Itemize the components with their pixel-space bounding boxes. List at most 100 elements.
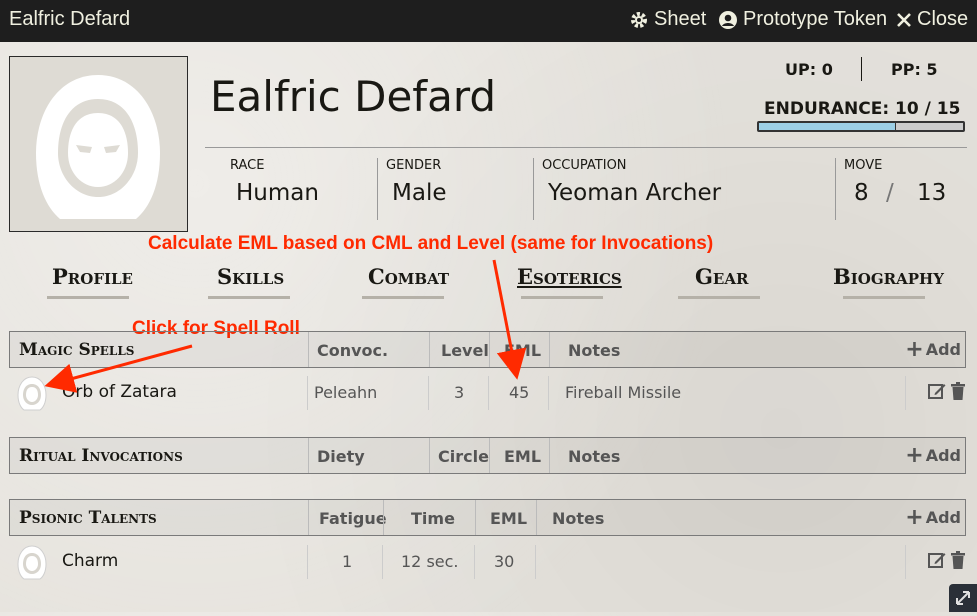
tab-profile[interactable]: Profile	[52, 264, 133, 289]
resize-handle[interactable]	[949, 584, 977, 612]
detail-divider	[835, 158, 836, 220]
user-circle-icon	[719, 10, 737, 29]
gender-value[interactable]: Male	[392, 180, 446, 206]
resize-icon	[956, 591, 970, 605]
eml-annotation: Calculate EML based on CML and Level (sa…	[148, 233, 714, 254]
move-field: MOVE 8 / 13	[844, 158, 946, 206]
talent-roll-icon[interactable]	[15, 544, 49, 580]
move-label: MOVE	[844, 158, 883, 173]
gear-icon	[631, 11, 647, 28]
cell-divider	[307, 545, 308, 579]
character-name[interactable]: Ealfric Defard	[210, 72, 496, 121]
tab-underline	[362, 296, 444, 299]
race-field: RACE Human	[230, 158, 319, 206]
plus-icon: +	[905, 336, 924, 362]
column-divider	[383, 500, 384, 535]
col-convoc: Convoc.	[317, 341, 389, 360]
sheet-label: Sheet	[654, 8, 707, 30]
edit-icon[interactable]	[928, 382, 946, 400]
talent-fatigue: 1	[342, 552, 353, 571]
talent-name[interactable]: Charm	[62, 551, 118, 571]
spell-name[interactable]: Orb of Zatara	[62, 382, 177, 402]
tab-underline	[208, 296, 290, 299]
add-spell-button[interactable]: + Add	[905, 336, 961, 362]
cell-divider	[905, 545, 906, 579]
trash-icon[interactable]	[950, 551, 966, 569]
magic-spells-header: Magic Spells Convoc. Level EML Notes + A…	[9, 331, 966, 368]
character-portrait[interactable]	[9, 56, 188, 232]
column-divider	[308, 332, 309, 367]
tab-biography[interactable]: Biography	[833, 264, 944, 289]
edit-icon[interactable]	[928, 551, 946, 569]
prototype-token-label: Prototype Token	[743, 8, 888, 30]
col-time: Time	[411, 509, 455, 528]
plus-icon: +	[905, 442, 924, 468]
spell-roll-icon[interactable]	[15, 375, 49, 411]
col-level: Level	[441, 341, 489, 360]
window-titlebar: Ealfric Defard Sheet Prototype Token Clo…	[0, 0, 977, 42]
plus-icon: +	[905, 504, 924, 530]
tab-esoterics[interactable]: Esoterics	[517, 264, 622, 289]
psionic-talents-title: Psionic Talents	[19, 508, 157, 528]
move-max-value[interactable]: 13	[917, 180, 946, 206]
talent-row: Charm 1 12 sec. 30	[9, 539, 966, 585]
detail-divider	[377, 158, 378, 220]
close-label: Close	[917, 8, 969, 30]
tab-combat[interactable]: Combat	[368, 264, 449, 289]
endurance-label: ENDURANCE: 10 / 15	[764, 99, 961, 119]
sheet-tabs: Profile Skills Combat Esoterics Gear Bio…	[0, 264, 977, 304]
gender-label: GENDER	[386, 158, 442, 173]
col-notes: Notes	[568, 447, 621, 466]
tab-gear[interactable]: Gear	[695, 264, 748, 289]
endurance-bar-fill	[759, 123, 897, 130]
column-divider	[549, 332, 550, 367]
character-details: RACE Human GENDER Male OCCUPATION Yeoman…	[205, 147, 967, 230]
cell-divider	[428, 376, 429, 410]
column-divider	[475, 500, 476, 535]
spell-notes: Fireball Missile	[565, 383, 682, 402]
move-base-value[interactable]: 8	[854, 180, 869, 206]
trash-icon[interactable]	[950, 382, 966, 400]
column-divider	[429, 332, 430, 367]
psionic-talents-header: Psionic Talents Fatigue Time EML Notes +…	[9, 499, 966, 536]
occupation-label: OCCUPATION	[542, 158, 627, 173]
talent-time: 12 sec.	[401, 552, 459, 571]
tab-skills[interactable]: Skills	[217, 264, 284, 289]
cell-divider	[905, 376, 906, 410]
tab-gear-label: Gear	[695, 264, 749, 289]
add-invocation-button[interactable]: + Add	[905, 442, 961, 468]
close-button[interactable]: Close	[896, 8, 968, 31]
col-eml: EML	[504, 341, 542, 360]
spell-level: 3	[454, 383, 465, 402]
col-eml: EML	[504, 447, 542, 466]
occupation-value[interactable]: Yeoman Archer	[548, 180, 721, 206]
tab-combat-label: Combat	[368, 264, 450, 289]
add-talent-button[interactable]: + Add	[905, 504, 961, 530]
sheet-button[interactable]: Sheet	[629, 8, 706, 31]
race-label: RACE	[230, 158, 265, 173]
endurance-bar	[757, 121, 965, 132]
column-divider	[536, 500, 537, 535]
tab-skills-label: Skills	[217, 264, 285, 289]
move-values: 8 / 13	[854, 180, 946, 206]
prototype-token-button[interactable]: Prototype Token	[718, 8, 887, 31]
race-value[interactable]: Human	[236, 180, 319, 206]
tab-profile-label: Profile	[52, 264, 133, 289]
col-fatigue: Fatigue	[319, 509, 387, 528]
column-divider	[308, 438, 309, 473]
up-points: UP: 0	[785, 60, 833, 79]
column-divider	[489, 332, 490, 367]
tab-underline	[678, 296, 760, 299]
talent-actions	[928, 551, 966, 569]
cell-divider	[548, 376, 549, 410]
col-circle: Circle	[438, 447, 489, 466]
spell-row: Orb of Zatara Peleahn 3 45 Fireball Miss…	[9, 370, 966, 416]
col-diety: Diety	[317, 447, 365, 466]
add-spell-label: Add	[925, 340, 961, 359]
column-divider	[489, 438, 490, 473]
column-divider	[549, 438, 550, 473]
magic-spells-title: Magic Spells	[19, 340, 135, 360]
ritual-invocations-title: Ritual Invocations	[19, 446, 183, 466]
tab-biography-label: Biography	[833, 264, 944, 289]
column-divider	[429, 438, 430, 473]
